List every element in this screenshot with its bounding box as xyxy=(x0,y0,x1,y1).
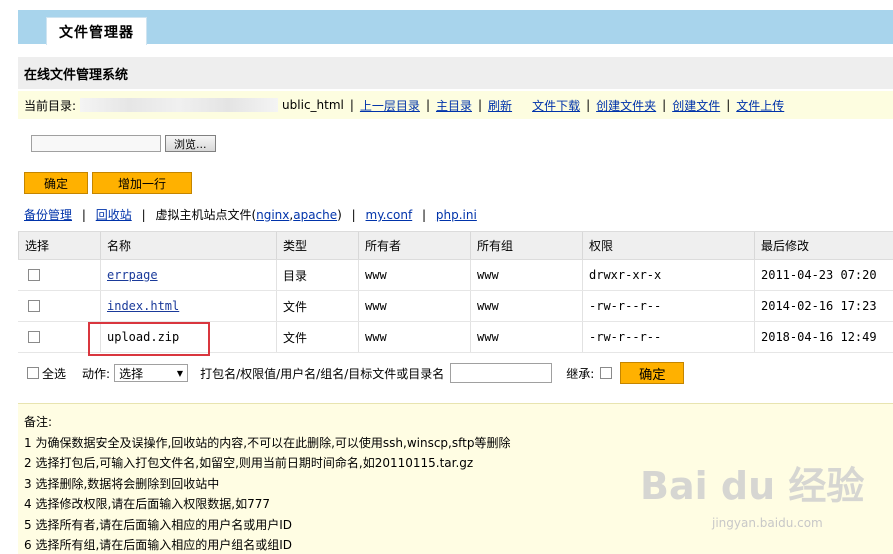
file-group: www xyxy=(470,260,582,290)
header-modified[interactable]: 最后修改 xyxy=(754,232,893,259)
current-dir-label: 当前目录: xyxy=(24,98,77,113)
file-link[interactable]: index.html xyxy=(107,299,179,313)
inherit-checkbox[interactable] xyxy=(600,367,613,379)
file-name: errpage xyxy=(100,260,276,290)
action-select[interactable]: 选择 ▼ xyxy=(114,364,189,382)
link-create-file[interactable]: 创建文件 xyxy=(672,97,720,114)
inherit-label: 继承: xyxy=(566,366,595,381)
confirm-upload-button[interactable]: 确定 xyxy=(24,172,88,194)
note-line: 1 为确保数据安全及误操作,回收站的内容,不可以在此删除,可以使用ssh,win… xyxy=(24,435,511,450)
link-my-conf[interactable]: my.conf xyxy=(366,208,413,222)
select-all-label: 全选 xyxy=(42,366,67,381)
separator: | xyxy=(351,208,356,222)
file-group: www xyxy=(470,291,582,321)
action-confirm-button[interactable]: 确定 xyxy=(620,362,685,384)
file-path-input[interactable] xyxy=(31,135,161,152)
link-create-folder[interactable]: 创建文件夹 xyxy=(596,97,656,114)
action-target-input[interactable] xyxy=(450,363,553,383)
vhost-label-suffix: ) xyxy=(337,208,342,222)
file-modified: 2018-04-16 12:49 xyxy=(754,322,893,352)
dropdown-arrow-icon: ▼ xyxy=(176,368,184,378)
path-bar: 当前目录: ublic_html | 上一层目录 | 主目录 | 刷新 文件下载… xyxy=(18,91,893,119)
file-permission: drwxr-xr-x xyxy=(582,260,754,290)
file-name: index.html xyxy=(100,291,276,321)
file-owner: www xyxy=(358,291,470,321)
browse-button[interactable]: 浏览... xyxy=(165,135,216,152)
link-recycle-bin[interactable]: 回收站 xyxy=(96,208,132,222)
separator: | xyxy=(586,98,591,112)
separator: | xyxy=(726,98,731,112)
file-permission: -rw-r--r-- xyxy=(582,322,754,352)
link-backup[interactable]: 备份管理 xyxy=(24,208,72,222)
separator: | xyxy=(478,98,483,112)
watermark-url: jingyan.baidu.com xyxy=(712,516,823,530)
header-name[interactable]: 名称 xyxy=(100,232,276,259)
link-apache[interactable]: apache xyxy=(293,208,337,222)
row-checkbox[interactable] xyxy=(28,300,40,312)
file-type: 文件 xyxy=(276,291,358,321)
header-owner[interactable]: 所有者 xyxy=(358,232,470,259)
link-refresh[interactable]: 刷新 xyxy=(488,97,512,114)
row-select xyxy=(18,260,100,290)
file-modified: 2014-02-16 17:23 xyxy=(754,291,893,321)
select-all-checkbox[interactable] xyxy=(27,367,39,379)
row-checkbox[interactable] xyxy=(28,331,40,343)
note-line: 6 选择所有组,请在后面输入相应的用户组名或组ID xyxy=(24,538,293,552)
upload-row: 浏览... xyxy=(31,135,216,152)
table-header: 选择 名称 类型 所有者 所有组 权限 最后修改 xyxy=(18,231,893,260)
action-select-value: 选择 xyxy=(119,366,144,381)
table-row: index.html 文件 www www -rw-r--r-- 2014-02… xyxy=(18,291,893,322)
add-row-button[interactable]: 增加一行 xyxy=(92,172,192,194)
file-modified: 2011-04-23 07:20 xyxy=(754,260,893,290)
link-file-download[interactable]: 文件下载 xyxy=(532,97,580,114)
vhost-label-prefix: 虚拟主机站点文件( xyxy=(155,208,257,222)
tab-file-manager[interactable]: 文件管理器 xyxy=(46,17,147,45)
tools-links: 备份管理 | 回收站 | 虚拟主机站点文件(nginx,apache) | my… xyxy=(24,206,477,223)
header-select: 选择 xyxy=(18,232,100,259)
file-group: www xyxy=(470,322,582,352)
file-link[interactable]: errpage xyxy=(107,268,158,282)
link-file-upload[interactable]: 文件上传 xyxy=(736,97,784,114)
table-row: errpage 目录 www www drwxr-xr-x 2011-04-23… xyxy=(18,260,893,291)
file-type: 文件 xyxy=(276,322,358,352)
separator: | xyxy=(81,208,86,222)
separator: | xyxy=(422,208,427,222)
action-hint: 打包名/权限值/用户名/组名/目标文件或目录名 xyxy=(200,366,445,381)
file-type: 目录 xyxy=(276,260,358,290)
action-row: 全选 动作: 选择 ▼ 打包名/权限值/用户名/组名/目标文件或目录名 继承: … xyxy=(27,362,685,384)
blurred-path xyxy=(80,98,279,112)
watermark-logo: Bai du 经验 xyxy=(640,464,865,508)
current-dir-suffix: ublic_html xyxy=(282,98,344,112)
top-bar xyxy=(18,10,893,44)
header-permission[interactable]: 权限 xyxy=(582,232,754,259)
header-group[interactable]: 所有组 xyxy=(470,232,582,259)
link-parent-dir[interactable]: 上一层目录 xyxy=(360,97,420,114)
notes-title: 备注: xyxy=(24,415,53,429)
separator: | xyxy=(425,98,430,112)
file-permission: -rw-r--r-- xyxy=(582,291,754,321)
action-label: 动作: xyxy=(82,366,111,381)
section-title: 在线文件管理系统 xyxy=(18,57,893,89)
file-owner: www xyxy=(358,260,470,290)
separator: | xyxy=(662,98,667,112)
file-owner: www xyxy=(358,322,470,352)
link-home-dir[interactable]: 主目录 xyxy=(436,97,472,114)
link-nginx[interactable]: nginx xyxy=(256,208,289,222)
separator: | xyxy=(349,98,354,112)
row-checkbox[interactable] xyxy=(28,269,40,281)
separator: | xyxy=(141,208,146,222)
row-select xyxy=(18,291,100,321)
link-php-ini[interactable]: php.ini xyxy=(436,208,477,222)
highlight-box xyxy=(88,322,210,356)
header-type[interactable]: 类型 xyxy=(276,232,358,259)
